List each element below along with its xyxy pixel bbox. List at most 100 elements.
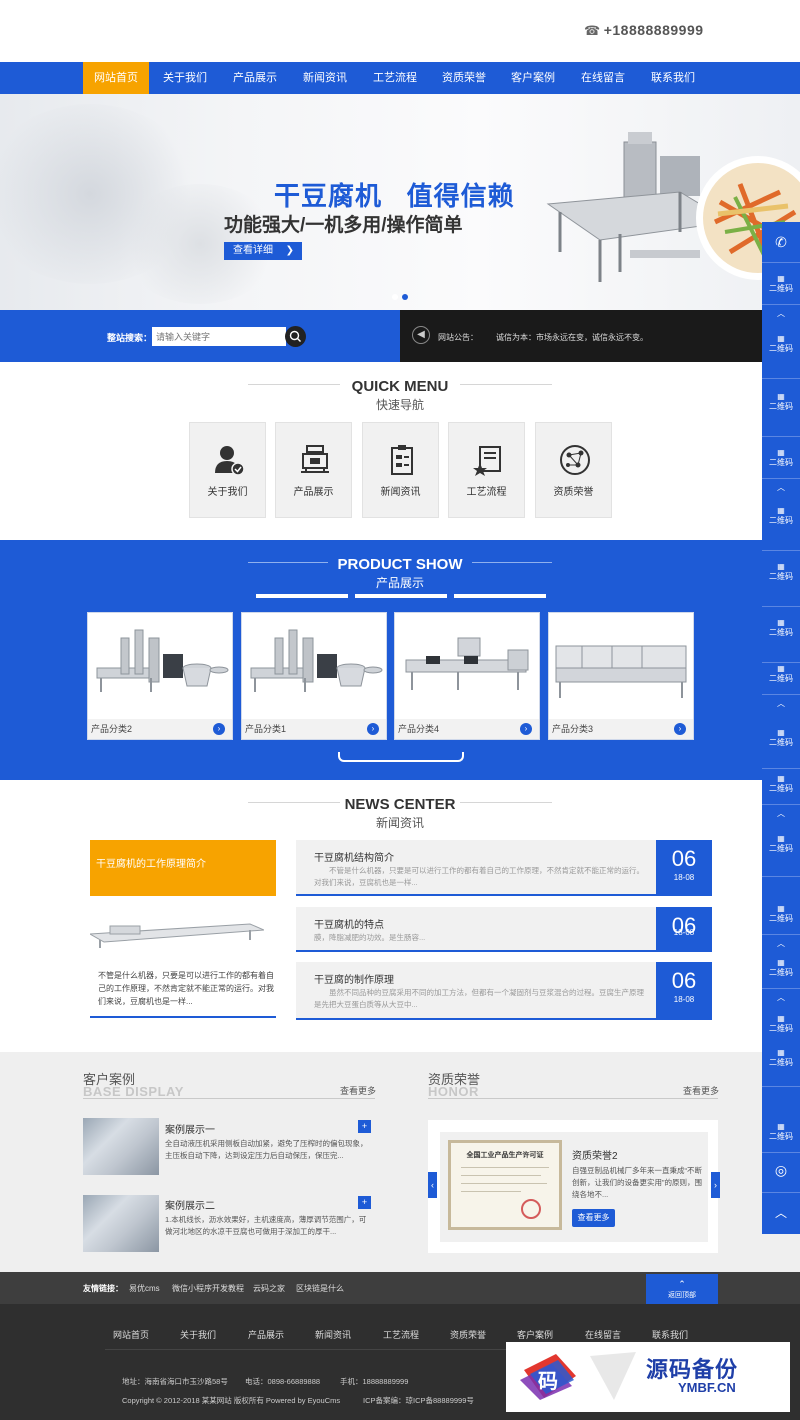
up-icon[interactable]: ︿ — [762, 482, 800, 493]
nav-item-about[interactable]: 关于我们 — [152, 62, 218, 94]
up-icon[interactable]: ︿ — [762, 808, 800, 819]
nav-item-cases[interactable]: 客户案例 — [500, 62, 566, 94]
friend-link[interactable]: 云码之家 — [253, 1283, 285, 1294]
quick-menu-news[interactable]: 新闻资讯 — [362, 422, 439, 518]
search-input[interactable] — [152, 327, 286, 346]
product-tab[interactable] — [256, 594, 348, 598]
product-scroll-indicator[interactable] — [338, 752, 464, 762]
chevron-right-icon[interactable]: › — [520, 723, 532, 735]
friend-link[interactable]: 微信小程序开发教程 — [172, 1283, 244, 1294]
quick-menu-products[interactable]: 产品展示 — [275, 422, 352, 518]
product-image — [552, 616, 690, 716]
footer-nav-item[interactable]: 网站首页 — [113, 1328, 149, 1341]
sidebar-divider — [762, 550, 800, 551]
product-card[interactable]: 产品分类1 › — [241, 612, 387, 740]
main-nav: 网站首页 关于我们 产品展示 新闻资讯 工艺流程 资质荣誉 客户案例 在线留言 … — [0, 62, 800, 94]
footer-nav-item[interactable]: 在线留言 — [585, 1328, 621, 1341]
quick-menu-title-cn: 快速导航 — [375, 398, 424, 412]
chevron-right-icon[interactable]: › — [213, 723, 225, 735]
qr-icon[interactable]: ▦ 二维码 — [762, 958, 800, 978]
footer-nav-item[interactable]: 联系我们 — [652, 1328, 688, 1341]
chevron-right-icon[interactable]: › — [711, 1172, 720, 1198]
footer-icp[interactable]: ICP备案编：琼ICP备88889999号 — [363, 1395, 474, 1406]
qr-icon[interactable]: ▦ 二维码 — [762, 774, 800, 794]
nav-item-process[interactable]: 工艺流程 — [362, 62, 428, 94]
qr-icon[interactable]: ▦ 二维码 — [762, 728, 800, 748]
search-icon[interactable] — [285, 326, 306, 347]
case-image[interactable] — [83, 1195, 159, 1252]
plus-icon[interactable]: + — [358, 1120, 371, 1133]
hero-banner[interactable]: 干豆腐机 值得信赖 功能强大/一机多用/操作简单 查看详细 ❯ — [0, 94, 800, 310]
news-item[interactable]: 干豆腐机的特点 膜，降脂减肥的功效。是生肠容... 06 18-08 — [296, 907, 712, 952]
up-icon[interactable]: ︿ — [762, 308, 800, 319]
qr-icon[interactable]: ▦ 二维码 — [762, 904, 800, 924]
up-icon[interactable]: ︿ — [762, 1204, 800, 1221]
up-icon[interactable]: ︿ — [762, 698, 800, 709]
friend-link[interactable]: 易优cms — [129, 1283, 160, 1294]
nav-item-products[interactable]: 产品展示 — [222, 62, 288, 94]
qr-icon[interactable]: ▦ 二维码 — [762, 448, 800, 468]
chevron-right-icon[interactable]: › — [367, 723, 379, 735]
footer-nav-item[interactable]: 工艺流程 — [383, 1328, 419, 1341]
chevron-left-icon[interactable]: ‹ — [428, 1172, 437, 1198]
featured-news-title[interactable]: 干豆腐机的工作原理简介 — [90, 840, 276, 896]
qr-icon[interactable]: ▦ 二维码 — [762, 664, 800, 684]
footer-nav-item[interactable]: 新闻资讯 — [315, 1328, 351, 1341]
notice-text[interactable]: 诚信为本：市场永远在变，诚信永远不变。 — [496, 332, 648, 343]
qr-icon[interactable]: ▦ 二维码 — [762, 274, 800, 294]
qr-icon[interactable]: ▦ 二维码 — [762, 392, 800, 412]
news-item-title: 干豆腐的制作原理 — [314, 975, 394, 986]
qr-icon[interactable]: ▦ 二维码 — [762, 1122, 800, 1142]
product-tab[interactable] — [454, 594, 546, 598]
qr-icon[interactable]: ▦ 二维码 — [762, 834, 800, 854]
footer-nav-item[interactable]: 产品展示 — [248, 1328, 284, 1341]
phone-icon[interactable]: ✆ — [762, 234, 800, 251]
qr-icon[interactable]: ▦ 二维码 — [762, 1048, 800, 1068]
quick-menu-honor[interactable]: 资质荣誉 — [535, 422, 612, 518]
cases-more-link[interactable]: 查看更多 — [340, 1084, 376, 1097]
nav-item-home[interactable]: 网站首页 — [83, 62, 149, 94]
up-icon[interactable]: ︿ — [762, 938, 800, 949]
qq-icon[interactable]: ◎ — [762, 1162, 800, 1179]
footer-nav-item[interactable]: 资质荣誉 — [450, 1328, 486, 1341]
product-card[interactable]: 产品分类4 › — [394, 612, 540, 740]
quick-menu-about[interactable]: 关于我们 — [189, 422, 266, 518]
slider-dot[interactable] — [392, 294, 398, 300]
chevron-right-icon: ❯ — [285, 245, 294, 256]
friend-link[interactable]: 区块链是什么 — [296, 1283, 344, 1294]
news-item[interactable]: 干豆腐的制作原理 虽然不同品种的豆腐采用不同的加工方法，但都有一个凝固剂与豆浆混… — [296, 962, 712, 1020]
honor-more-link[interactable]: 查看更多 — [683, 1084, 719, 1097]
floating-sidebar: ✆ ▦ 二维码 ︿ ▦ 二维码 ▦ 二维码 ▦ 二维码 ︿ ▦ 二维码 ▦ 二维码 ▦ 二维码… — [762, 222, 800, 1234]
honor-more-button[interactable]: 查看更多 — [572, 1209, 615, 1227]
up-icon[interactable]: ︿ — [762, 992, 800, 1003]
quick-menu-process[interactable]: 工艺流程 — [448, 422, 525, 518]
product-card[interactable]: 产品分类2 › — [87, 612, 233, 740]
qr-icon[interactable]: ▦ 二维码 — [762, 1014, 800, 1034]
qr-icon[interactable]: ▦ 二维码 — [762, 506, 800, 526]
qr-icon[interactable]: ▦ 二维码 — [762, 562, 800, 582]
case-image[interactable] — [83, 1118, 159, 1175]
footer-nav-item[interactable]: 关于我们 — [180, 1328, 216, 1341]
honor-item-title[interactable]: 资质荣誉2 — [572, 1147, 618, 1162]
footer-nav-item[interactable]: 客户案例 — [517, 1328, 553, 1341]
news-item[interactable]: 干豆腐机结构简介 不管是什么机器，只要是可以进行工作的都有着自己的工作原理，不然… — [296, 840, 712, 896]
product-tab[interactable] — [355, 594, 447, 598]
case-title[interactable]: 案例展示一 — [165, 1121, 215, 1136]
chevron-right-icon[interactable]: › — [674, 723, 686, 735]
sidebar-divider — [762, 478, 800, 479]
qr-icon[interactable]: ▦ 二维码 — [762, 334, 800, 354]
qr-label: 二维码 — [769, 968, 793, 977]
nav-item-contact[interactable]: 联系我们 — [640, 62, 706, 94]
back-to-top-button[interactable]: ⌃ 返回顶部 — [646, 1274, 718, 1304]
nav-item-honor[interactable]: 资质荣誉 — [431, 62, 497, 94]
certificate-line — [461, 1167, 549, 1168]
slider-dot-active[interactable] — [402, 294, 408, 300]
plus-icon[interactable]: + — [358, 1196, 371, 1209]
featured-news-underline — [90, 1016, 276, 1018]
product-card[interactable]: 产品分类3 › — [548, 612, 694, 740]
nav-item-message[interactable]: 在线留言 — [570, 62, 636, 94]
banner-detail-button[interactable]: 查看详细 ❯ — [224, 242, 302, 260]
qr-icon[interactable]: ▦ 二维码 — [762, 618, 800, 638]
nav-item-news[interactable]: 新闻资讯 — [292, 62, 358, 94]
case-title[interactable]: 案例展示二 — [165, 1197, 215, 1212]
